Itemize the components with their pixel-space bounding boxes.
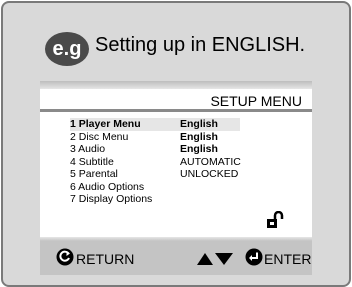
menu-list: 1 Player Menu English 2 Disc Menu Englis… [70, 118, 241, 206]
menu-item-value: English [180, 118, 218, 130]
menu-title: SETUP MENU [210, 93, 302, 109]
menu-header: SETUP MENU [40, 89, 312, 109]
menu-item-audio[interactable]: 3 Audio English [70, 143, 240, 156]
return-label: RETURN [76, 251, 135, 267]
menu-item-parental[interactable]: 5 Parental UNLOCKED [70, 168, 240, 181]
menu-item-label: 5 Parental [70, 168, 118, 180]
menu-item-value: English [180, 143, 218, 155]
menu-item-player-menu[interactable]: 1 Player Menu English [70, 118, 240, 131]
menu-item-label: 6 Audio Options [70, 180, 145, 193]
menu-item-value: English [180, 130, 218, 143]
top-band [40, 81, 312, 89]
menu-item-display-options[interactable]: 7 Display Options [70, 193, 240, 206]
menu-item-value: AUTOMATIC [180, 155, 241, 168]
example-badge: e.g [45, 32, 89, 66]
menu-item-label: 4 Subtitle [70, 155, 114, 168]
menu-item-subtitle[interactable]: 4 Subtitle AUTOMATIC [70, 155, 241, 169]
return-icon[interactable] [56, 248, 74, 266]
enter-label: ENTER [264, 251, 312, 267]
menu-item-label: 2 Disc Menu [70, 130, 129, 143]
menu-item-label: 7 Display Options [70, 193, 153, 205]
heading: Setting up in ENGLISH. [95, 34, 306, 56]
menu-item-audio-options[interactable]: 6 Audio Options [70, 181, 240, 194]
enter-icon[interactable] [245, 248, 263, 266]
menu-item-disc-menu[interactable]: 2 Disc Menu English [70, 131, 240, 144]
setup-menu-screen: SETUP MENU 1 Player Menu English 2 Disc … [40, 81, 312, 275]
menu-item-value: UNLOCKED [180, 168, 239, 180]
menu-item-label: 3 Audio [70, 143, 106, 155]
unlocked-padlock-icon [267, 211, 284, 228]
up-down-arrows-icon [197, 253, 233, 265]
menu-item-label: 1 Player Menu [70, 118, 141, 130]
example-frame: e.g Setting up in ENGLISH. SETUP MENU 1 … [1, 1, 351, 287]
header-divider [40, 109, 312, 112]
footer-bar: RETURN ENTER [40, 237, 312, 275]
